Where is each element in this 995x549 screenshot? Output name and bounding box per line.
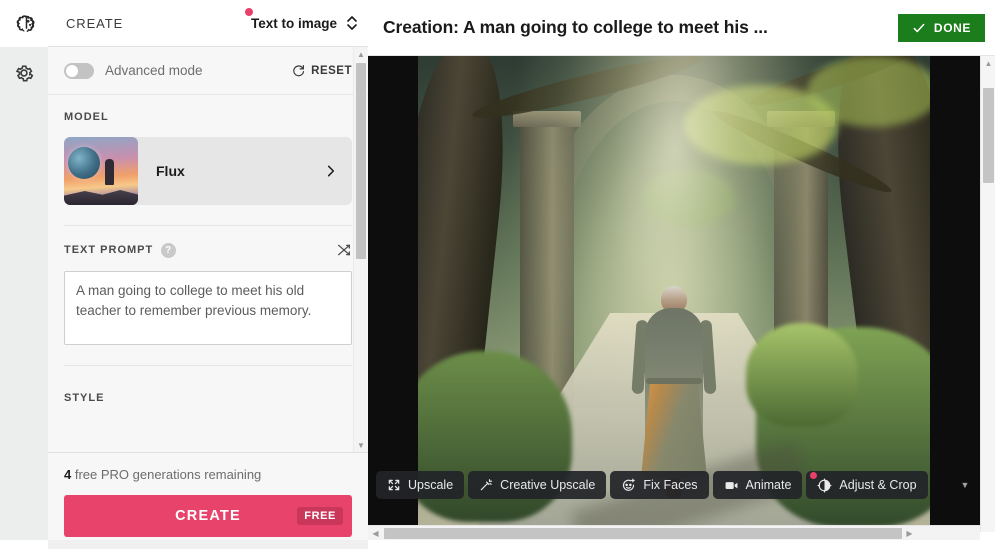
action-upscale[interactable]: Upscale: [376, 471, 465, 499]
text-prompt-section: TEXT PROMPT ? A man going to college to …: [48, 226, 368, 366]
horizontal-scrollbar-thumb[interactable]: [384, 527, 902, 539]
face-sparkle-icon: [621, 478, 636, 493]
generated-image[interactable]: [418, 56, 930, 532]
action-animate-label: Animate: [745, 478, 792, 492]
create-panel-footer: 4 free PRO generations remaining CREATE …: [48, 452, 368, 549]
creation-header: Creation: A man going to college to meet…: [368, 0, 995, 56]
create-title: CREATE: [66, 15, 124, 31]
left-icon-rail: [0, 0, 48, 549]
art-figure-robe: [641, 381, 707, 478]
model-thumbnail: [64, 137, 138, 205]
style-section-label: STYLE: [64, 392, 105, 404]
art-figure-belt: [646, 377, 702, 384]
panel-scrollbar-thumb[interactable]: [356, 63, 366, 259]
section-divider-2: [64, 365, 352, 366]
generations-remaining-text: 4 free PRO generations remaining: [64, 467, 352, 482]
text-prompt-label-text: TEXT PROMPT: [64, 244, 154, 256]
create-button-label: CREATE: [175, 508, 241, 524]
action-adjust-crop[interactable]: Adjust & Crop: [806, 471, 928, 499]
art-walking-man: [631, 285, 717, 498]
rail-top-section: [0, 0, 48, 47]
canvas-scroll-up-arrow-icon[interactable]: ▲: [981, 56, 995, 70]
rail-background: [0, 47, 48, 549]
action-new-dot-badge: [810, 472, 818, 479]
text-prompt-section-label: TEXT PROMPT ?: [64, 242, 352, 258]
rail-item-settings[interactable]: [0, 49, 48, 96]
action-fix-faces[interactable]: Fix Faces: [610, 471, 709, 499]
generations-remaining-label: free PRO generations remaining: [71, 467, 262, 482]
scroll-down-arrow-icon[interactable]: ▼: [354, 438, 368, 452]
action-creative-upscale-label: Creative Upscale: [500, 478, 596, 492]
creation-view: Creation: A man going to college to meet…: [368, 0, 995, 549]
app-root: CREATE Text to image Advanced mode RESET…: [0, 0, 995, 549]
contrast-icon: [817, 477, 832, 493]
text-prompt-input[interactable]: A man going to college to meet his old t…: [64, 271, 352, 345]
mode-selector[interactable]: Text to image: [244, 8, 358, 33]
model-section: MODEL Flux: [48, 95, 368, 226]
action-fix-faces-label: Fix Faces: [643, 478, 698, 492]
action-adjust-crop-label: Adjust & Crop: [839, 478, 917, 492]
refresh-icon: [292, 64, 305, 77]
done-button[interactable]: DONE: [897, 13, 985, 42]
mode-selector-label: Text to image: [250, 15, 337, 31]
expand-icon: [387, 478, 401, 492]
panel-vertical-scrollbar[interactable]: ▲ ▼: [353, 47, 367, 452]
chevron-up-down-icon: [346, 13, 358, 33]
advanced-mode-toggle[interactable]: [64, 62, 94, 79]
new-feature-dot-badge: [244, 8, 253, 16]
thumbnail-figure: [105, 159, 114, 185]
scroll-left-arrow-icon[interactable]: ◀: [368, 526, 383, 541]
brain-icon: [13, 13, 35, 35]
scroll-up-arrow-icon[interactable]: ▲: [354, 47, 368, 61]
create-panel: Advanced mode RESET MODEL Flux TEXT PROM…: [48, 47, 368, 549]
thumbnail-orb: [68, 147, 100, 179]
model-name: Flux: [156, 163, 185, 179]
creation-title: Creation: A man going to college to meet…: [383, 17, 768, 37]
canvas-horizontal-scrollbar[interactable]: ◀ ▶: [368, 525, 980, 540]
create-panel-header: CREATE Text to image: [48, 0, 368, 47]
thumbnail-ground: [64, 190, 138, 205]
scroll-right-arrow-icon[interactable]: ▶: [902, 526, 917, 541]
magic-wand-icon: [479, 478, 493, 492]
create-button[interactable]: CREATE FREE: [64, 495, 352, 537]
reset-label: RESET: [311, 64, 352, 77]
chevron-right-icon: [324, 164, 338, 178]
art-shrub-right-upper: [745, 322, 859, 428]
rail-item-create[interactable]: [0, 0, 48, 47]
canvas-scrollbar-thumb[interactable]: [983, 88, 994, 183]
canvas-vertical-scrollbar[interactable]: ▲: [980, 56, 995, 532]
model-selector-card[interactable]: Flux: [64, 137, 352, 205]
video-camera-icon: [724, 478, 739, 493]
model-section-label: MODEL: [64, 111, 109, 123]
action-animate[interactable]: Animate: [712, 471, 803, 499]
panel-bottom-strip: [48, 540, 368, 549]
advanced-mode-row: Advanced mode RESET: [48, 47, 368, 95]
advanced-mode-label: Advanced mode: [105, 63, 203, 78]
create-panel-scroll-area: Advanced mode RESET MODEL Flux TEXT PROM…: [48, 47, 368, 452]
gear-icon: [13, 62, 35, 84]
help-icon[interactable]: ?: [161, 242, 177, 258]
done-button-label: DONE: [933, 20, 971, 35]
check-icon: [912, 21, 926, 35]
toolbar-more-chevron-icon[interactable]: ▼: [954, 470, 976, 500]
action-creative-upscale[interactable]: Creative Upscale: [468, 471, 607, 499]
action-upscale-label: Upscale: [408, 478, 454, 492]
reset-button[interactable]: RESET: [292, 64, 352, 77]
free-badge: FREE: [297, 507, 343, 525]
image-action-toolbar: Upscale Creative Upscale Fix Faces Anima…: [368, 470, 980, 500]
creation-canvas[interactable]: Upscale Creative Upscale Fix Faces Anima…: [368, 56, 980, 532]
shuffle-prompt-icon[interactable]: [336, 242, 352, 258]
